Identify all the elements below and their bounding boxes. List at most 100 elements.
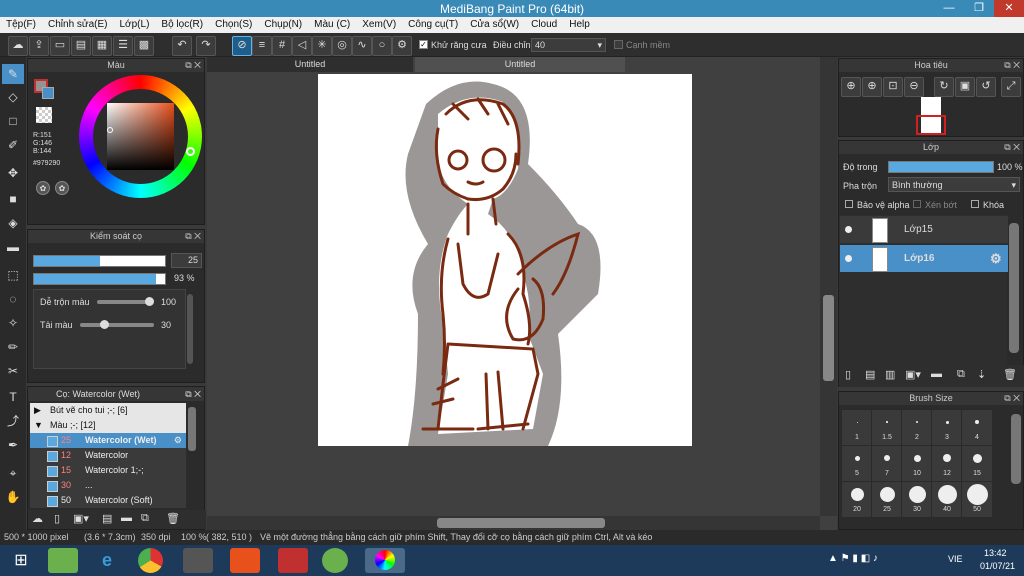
palette-icon[interactable]: ✿ [36, 181, 50, 195]
fit-icon[interactable]: ⊡ [883, 77, 903, 97]
list-icon[interactable]: ☰ [113, 36, 133, 56]
presentation-icon[interactable] [230, 548, 260, 573]
undo-icon[interactable]: ↶ [172, 36, 192, 56]
panel-close-icon[interactable]: ⧉ ✕ [185, 59, 201, 72]
eye-icon[interactable] [845, 255, 852, 262]
blend-slider[interactable] [97, 297, 154, 306]
snapchat-like-icon[interactable] [322, 548, 348, 573]
menu-cloud[interactable]: Cloud [525, 17, 563, 33]
menu-filter[interactable]: Bộ lọc(R) [155, 17, 209, 33]
eraser-tool-icon[interactable]: ◇ [2, 87, 24, 107]
brush-item[interactable]: 30... [30, 478, 186, 493]
brush-item[interactable]: 12 Watercolor [30, 448, 186, 463]
chat-icon[interactable]: ▤ [71, 36, 91, 56]
brush-size-cell[interactable]: 4 [961, 409, 993, 446]
gear-icon[interactable]: ⚙ [174, 433, 182, 448]
settings-snap-icon[interactable]: ⚙ [392, 36, 412, 56]
adjust-dropdown[interactable]: 40 ▾ [531, 38, 606, 52]
brush-list-scrollbar[interactable] [188, 407, 196, 451]
amount-slider-knob[interactable] [100, 320, 109, 329]
grid-snap-icon[interactable]: # [272, 36, 292, 56]
zoom-out-icon[interactable]: ⊖ [904, 77, 924, 97]
background-color-swatch[interactable] [42, 87, 54, 99]
medibang-taskbar-icon[interactable] [365, 548, 405, 573]
menu-tools[interactable]: Công cụ(T) [402, 17, 464, 33]
internet-explorer-icon[interactable]: e [92, 548, 122, 573]
panel-close-icon[interactable]: ⧉ ✕ [1004, 59, 1020, 72]
clip-checkbox[interactable] [913, 200, 921, 208]
panel-close-icon[interactable]: ⧉ ✕ [1004, 141, 1020, 154]
add-layer-menu-icon[interactable]: ▣▾ [905, 368, 921, 381]
merge-layer-icon[interactable]: ⇣ [977, 368, 986, 381]
brush-tool-icon[interactable]: ✎ [2, 64, 24, 84]
panel-close-icon[interactable]: ⧉ ✕ [1004, 392, 1020, 405]
move-tool-icon[interactable]: ✥ [2, 163, 24, 183]
select-rect-icon[interactable]: ⬚ [2, 265, 24, 285]
brush-size-cell[interactable]: 40 [931, 481, 963, 518]
rotate-icon[interactable]: ↻ [934, 77, 954, 97]
brush-size-cell[interactable]: 30 [901, 481, 933, 518]
menu-layer[interactable]: Lớp(L) [114, 17, 156, 33]
brush-item[interactable]: 15 Watercolor 1;-; [30, 463, 186, 478]
new-brush-icon[interactable]: ▯ [54, 512, 60, 525]
fill-rect-icon[interactable]: ■ [2, 189, 24, 209]
brush-group-row[interactable]: ▶ Bút vẽ cho tui ;-; [6] [30, 403, 186, 418]
layer-row-selected[interactable]: Lớp16 ⚙ [840, 245, 1008, 272]
cross-snap-icon[interactable]: ✳ [312, 36, 332, 56]
tab-untitled-1[interactable]: Untitled [207, 57, 413, 72]
eye-icon[interactable] [845, 226, 852, 233]
close-button[interactable]: ✕ [994, 0, 1024, 17]
brush-size-cell[interactable]: 10 [901, 445, 933, 482]
horizontal-scrollbar[interactable] [207, 516, 820, 530]
fullscreen-icon[interactable]: ⤢ [1001, 77, 1021, 97]
gradient-tool-icon[interactable]: ▬ [2, 237, 24, 257]
brush-size-bar[interactable] [33, 255, 166, 267]
monitor-icon[interactable] [183, 548, 213, 573]
vertical-scrollbar[interactable] [820, 57, 837, 516]
menu-edit[interactable]: Chỉnh sửa(E) [42, 17, 114, 33]
bucket-tool-icon[interactable]: ◈ [2, 213, 24, 233]
lock-checkbox[interactable] [971, 200, 979, 208]
circle-snap-icon[interactable]: ◎ [332, 36, 352, 56]
brush-item[interactable]: 25 Watercolor (Wet) ⚙ [30, 433, 186, 448]
vertical-scroll-thumb[interactable] [823, 295, 834, 381]
menu-select[interactable]: Chọn(S) [209, 17, 258, 33]
menu-view[interactable]: Xem(V) [356, 17, 402, 33]
parallel-snap-icon[interactable]: ≡ [252, 36, 272, 56]
brush-item[interactable]: 50 Watercolor (Soft) [30, 493, 186, 508]
gear-icon[interactable]: ⚙ [990, 245, 1002, 272]
new-layer-icon[interactable]: ▯ [845, 368, 851, 381]
app-grid-icon[interactable] [278, 548, 308, 573]
layer-row[interactable]: Lớp15 [840, 216, 1008, 243]
navigator-thumbnail[interactable] [916, 97, 946, 135]
radial-snap-icon[interactable]: ◁ [292, 36, 312, 56]
brush-cloud-icon[interactable]: ☁ [32, 512, 43, 525]
horizontal-scroll-thumb[interactable] [437, 518, 605, 528]
menu-color[interactable]: Màu (C) [308, 17, 356, 33]
snap-off-icon[interactable]: ⊘ [232, 36, 252, 56]
brush-size-cell[interactable]: 15 [961, 445, 993, 482]
dropper-tool-icon[interactable]: ✒ [2, 435, 24, 455]
brush-size-cell[interactable]: 20 [841, 481, 873, 518]
chrome-icon[interactable] [138, 548, 163, 573]
cloud-icon[interactable]: ☁ [8, 36, 28, 56]
hand-tool-icon[interactable]: ✋ [2, 487, 24, 507]
delete-brush-icon[interactable]: 🗑 [166, 512, 180, 525]
curve-snap-icon[interactable]: ∿ [352, 36, 372, 56]
menu-help[interactable]: Help [563, 17, 596, 33]
new-halftone-layer-icon[interactable]: ▤ [865, 368, 875, 381]
select-pen-icon[interactable]: ✏ [2, 337, 24, 357]
panel-close-icon[interactable]: ⧉ ✕ [185, 387, 201, 401]
brush-size-cell[interactable]: 5 [841, 445, 873, 482]
saturation-square[interactable] [107, 103, 174, 170]
brush-size-value[interactable]: 25 [171, 253, 202, 268]
brush-opacity-bar[interactable] [33, 273, 166, 285]
maximize-button[interactable]: ❐ [964, 0, 994, 17]
add-brush-icon[interactable]: ▣▾ [73, 512, 89, 525]
panel-close-icon[interactable]: ⧉ ✕ [185, 230, 201, 243]
brush-size-cell[interactable]: 25 [871, 481, 903, 518]
smooth-checkbox[interactable] [614, 40, 623, 49]
text-tool-icon[interactable]: T [2, 387, 24, 407]
select-eraser-icon[interactable]: ✂ [2, 361, 24, 381]
bluestacks-icon[interactable] [48, 548, 78, 573]
